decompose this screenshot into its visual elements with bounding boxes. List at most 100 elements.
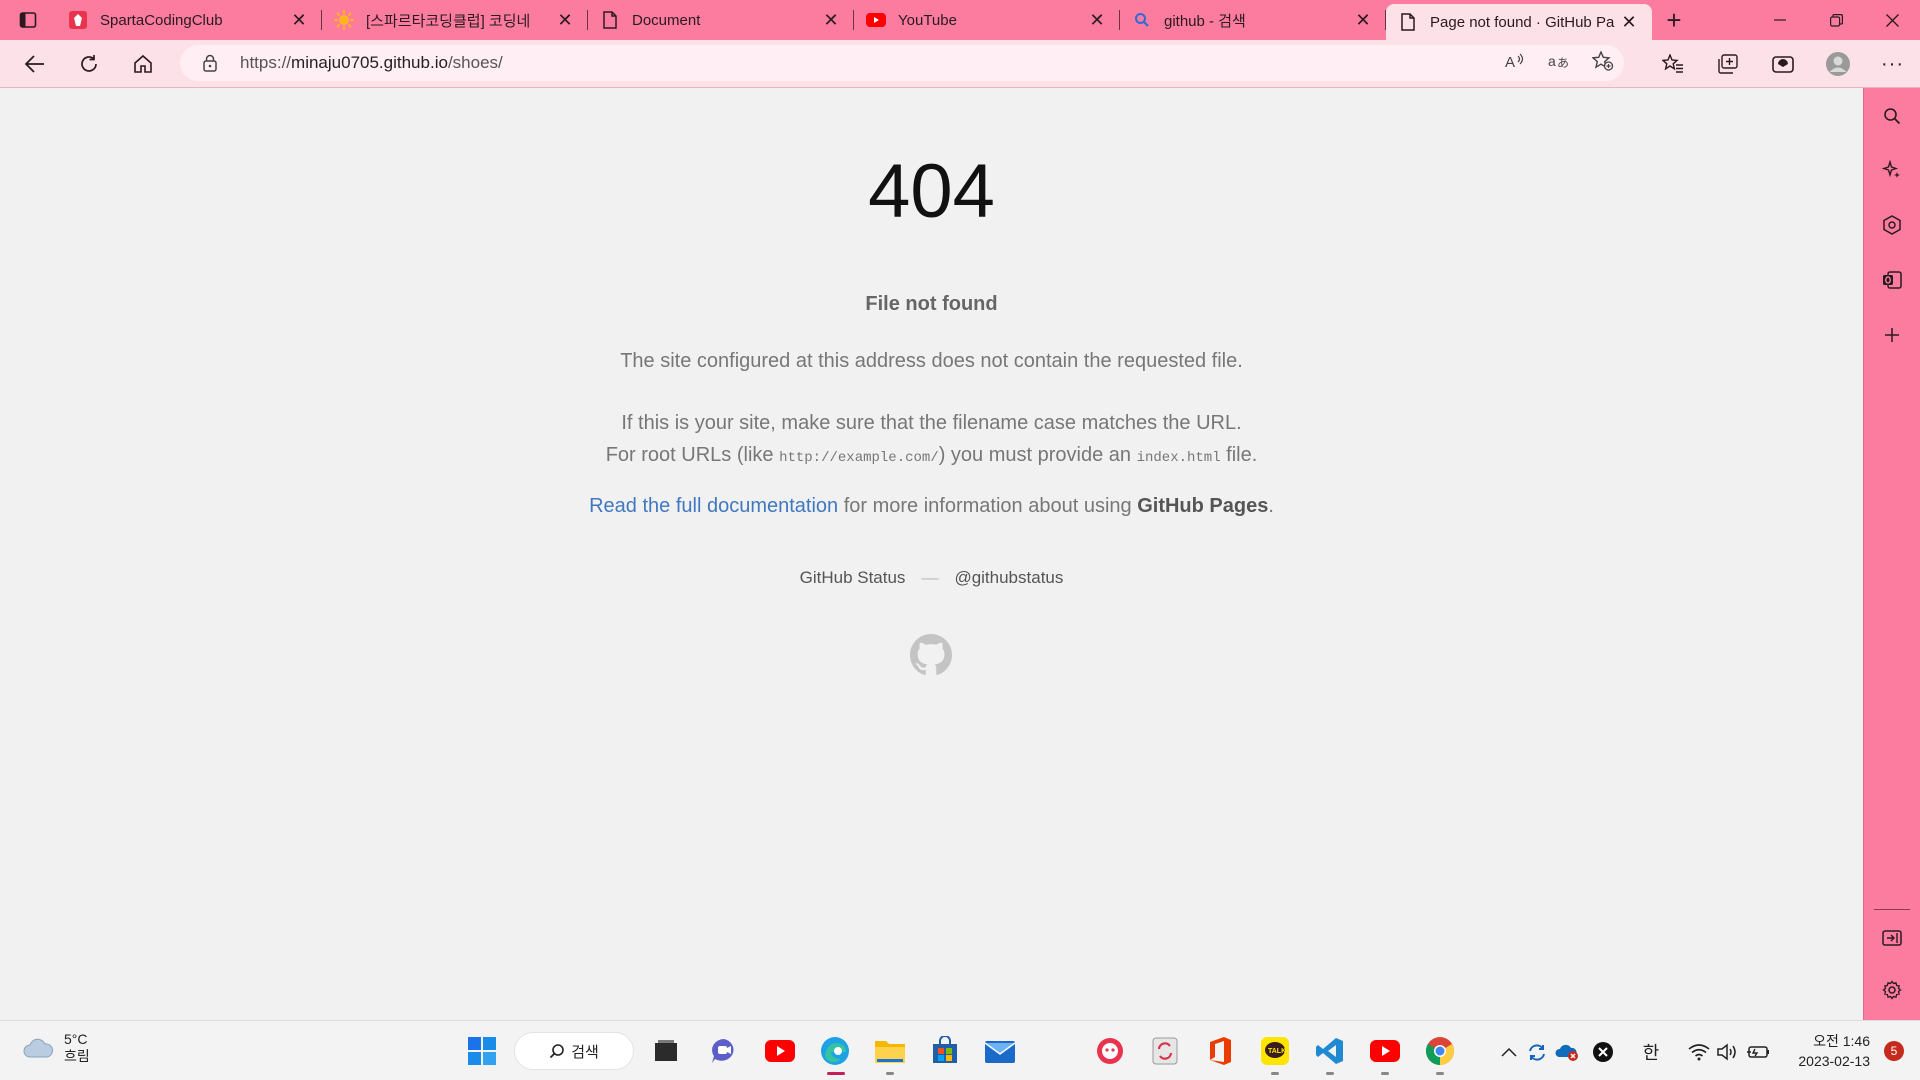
tab-document[interactable]: Document ✕: [588, 0, 854, 40]
taskbar-kakaotalk-app[interactable]: TALK: [1255, 1031, 1295, 1075]
avatar-icon: [1825, 52, 1850, 76]
taskbar-edge-app[interactable]: [815, 1031, 855, 1075]
browser-tools: ···: [1645, 44, 1920, 84]
tab-page-not-found[interactable]: Page not found · GitHub Pa ✕: [1386, 4, 1652, 40]
refresh-button[interactable]: [66, 44, 112, 84]
search-icon: [550, 1044, 564, 1059]
taskbar-youtube-app[interactable]: [760, 1031, 800, 1071]
github-octocat-icon[interactable]: [910, 634, 952, 681]
tab-github-search[interactable]: github - 검색 ✕: [1120, 0, 1386, 40]
weather-description: 흐림: [64, 1048, 90, 1064]
navigation-bar: https://minaju0705.github.io/shoes/ A aあ…: [0, 40, 1920, 88]
close-icon[interactable]: ✕: [1352, 9, 1374, 31]
sidebar-hide-button[interactable]: [1864, 916, 1920, 960]
sidebar-outlook-button[interactable]: [1864, 258, 1920, 302]
close-icon[interactable]: ✕: [554, 9, 576, 31]
close-icon[interactable]: ✕: [1618, 11, 1640, 33]
taskbar-mail-app[interactable]: [980, 1031, 1020, 1071]
clock-date: 2023-02-13: [1798, 1053, 1870, 1069]
github-status-link[interactable]: GitHub Status: [800, 568, 906, 587]
teams-chat-button[interactable]: [704, 1031, 744, 1071]
show-hidden-icons-button[interactable]: [1496, 1039, 1522, 1065]
tray-sync-icon[interactable]: [1524, 1039, 1550, 1065]
restore-button[interactable]: [1808, 0, 1864, 40]
lock-icon[interactable]: [202, 54, 222, 72]
wifi-icon[interactable]: [1686, 1039, 1712, 1065]
sidebar-add-button[interactable]: [1864, 313, 1920, 357]
page-icon: [600, 10, 620, 30]
tab-bar: SpartaCodingClub ✕ [스파르타코딩클럽] 코딩네 ✕ Docu…: [0, 0, 1920, 40]
url-path: /shoes/: [447, 53, 503, 72]
address-bar[interactable]: https://minaju0705.github.io/shoes/ A aあ: [180, 45, 1624, 81]
help-text: ) you must provide an: [938, 444, 1137, 466]
address-bar-actions: A aあ: [1504, 45, 1614, 81]
sun-icon: [334, 10, 354, 30]
error-code: 404: [868, 149, 995, 234]
taskbar-office-app[interactable]: [1200, 1031, 1240, 1071]
start-button[interactable]: [462, 1031, 502, 1071]
svg-text:TALK: TALK: [1268, 1048, 1286, 1055]
back-button[interactable]: [12, 44, 58, 84]
taskbar-file-explorer[interactable]: [870, 1031, 910, 1075]
system-clock[interactable]: 오전 1:46 2023-02-13: [1798, 1031, 1870, 1071]
tray-app-x-icon[interactable]: [1590, 1039, 1616, 1065]
taskbar-youtube-app-2[interactable]: [1365, 1031, 1405, 1075]
running-app-indicator: [1271, 1072, 1279, 1075]
sidebar-settings-button[interactable]: [1864, 968, 1920, 1012]
example-url-code: http://example.com/: [779, 450, 939, 466]
profile-button[interactable]: [1810, 44, 1865, 84]
help-text: file.: [1220, 444, 1258, 466]
url-text[interactable]: https://minaju0705.github.io/shoes/: [240, 53, 503, 73]
tab-sparta[interactable]: SpartaCodingClub ✕: [56, 0, 322, 40]
svg-text:a: a: [1548, 53, 1556, 69]
collections-button[interactable]: [1700, 44, 1755, 84]
tab-sparta-course[interactable]: [스파르타코딩클럽] 코딩네 ✕: [322, 0, 588, 40]
ime-indicator[interactable]: 한: [1638, 1039, 1664, 1065]
taskbar-search-label: 검색: [571, 1043, 599, 1061]
tab-actions-button[interactable]: [0, 0, 56, 40]
sidebar-search-button[interactable]: [1864, 94, 1920, 138]
battery-icon[interactable]: [1745, 1039, 1771, 1065]
home-button[interactable]: [120, 44, 166, 84]
taskbar-sync-app[interactable]: [1145, 1031, 1185, 1071]
translate-icon[interactable]: aあ: [1548, 52, 1570, 75]
docs-link[interactable]: Read the full documentation: [589, 495, 838, 517]
performance-button[interactable]: [1755, 44, 1810, 84]
weather-widget[interactable]: 5°C 흐림: [22, 1031, 90, 1065]
read-aloud-icon[interactable]: A: [1504, 52, 1526, 75]
onedrive-error-icon[interactable]: [1554, 1039, 1580, 1065]
favorites-button[interactable]: [1645, 44, 1700, 84]
taskbar-store-app[interactable]: [925, 1031, 965, 1071]
close-icon[interactable]: ✕: [1086, 9, 1108, 31]
office-icon: [1210, 1037, 1231, 1065]
close-icon[interactable]: ✕: [288, 9, 310, 31]
docs-line: Read the full documentation for more inf…: [0, 495, 1863, 518]
add-favorite-icon[interactable]: [1591, 49, 1614, 76]
sidebar-discover-button[interactable]: [1864, 148, 1920, 192]
vscode-icon: [1316, 1038, 1343, 1064]
sparkle-icon: [1882, 160, 1900, 178]
sidebar-games-button[interactable]: [1864, 203, 1920, 247]
help-line-2: For root URLs (like http://example.com/)…: [0, 439, 1863, 474]
taskbar-vscode-app[interactable]: [1310, 1031, 1350, 1075]
task-view-button[interactable]: [646, 1031, 686, 1071]
taskbar-app-red-circle[interactable]: [1090, 1031, 1130, 1071]
outlook-icon: [1883, 271, 1902, 289]
volume-icon[interactable]: [1714, 1039, 1740, 1065]
home-icon: [134, 54, 152, 73]
minimize-button[interactable]: [1752, 0, 1808, 40]
running-app-indicator: [1381, 1072, 1389, 1075]
back-arrow-icon: [25, 54, 44, 73]
favorites-icon: [1661, 54, 1683, 73]
tab-title: [스파르타코딩클럽] 코딩네: [366, 12, 531, 30]
taskbar-chrome-app[interactable]: [1420, 1031, 1460, 1075]
close-icon[interactable]: ✕: [820, 9, 842, 31]
settings-more-button[interactable]: ···: [1865, 44, 1920, 84]
new-tab-button[interactable]: +: [1652, 0, 1696, 40]
taskbar-search[interactable]: 검색: [514, 1032, 634, 1070]
close-window-button[interactable]: [1864, 0, 1920, 40]
tab-youtube[interactable]: YouTube ✕: [854, 0, 1120, 40]
notification-badge[interactable]: 5: [1884, 1041, 1904, 1061]
index-file-code: index.html: [1136, 450, 1221, 466]
githubstatus-twitter-link[interactable]: @githubstatus: [954, 568, 1063, 587]
